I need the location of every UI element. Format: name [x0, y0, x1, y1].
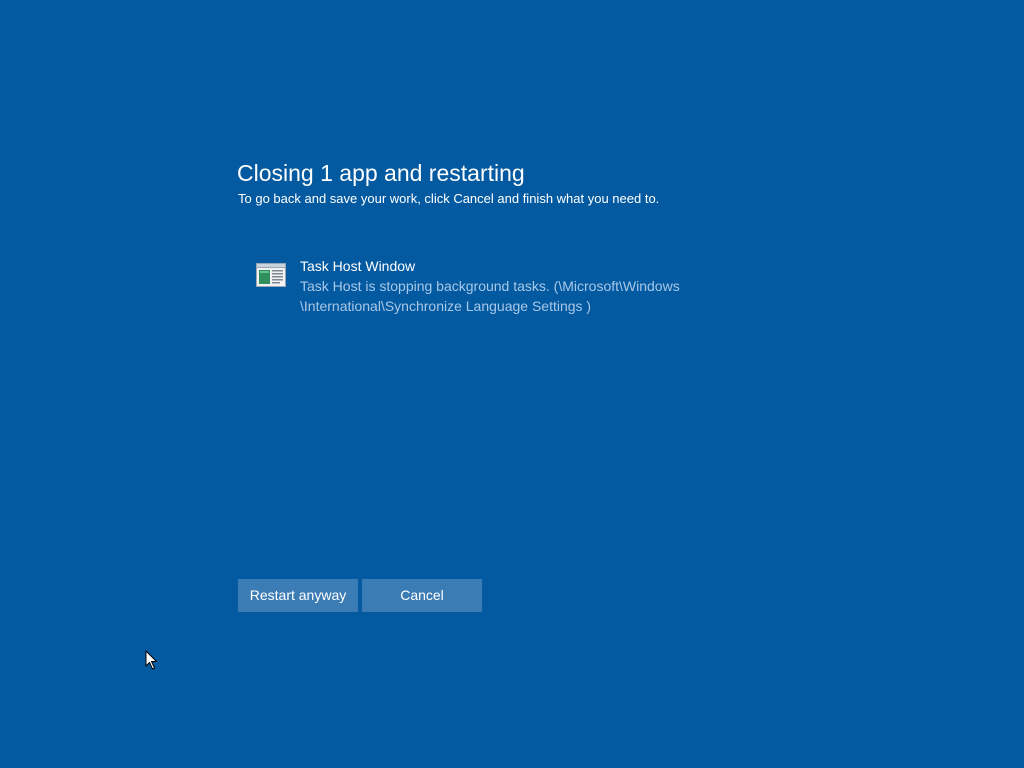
task-host-window-icon [256, 263, 286, 287]
app-description: Task Host is stopping background tasks. … [300, 276, 740, 316]
page-subtitle: To go back and save your work, click Can… [238, 191, 660, 206]
app-description-line: Task Host is stopping background tasks. … [300, 278, 680, 294]
restart-screen: Closing 1 app and restarting To go back … [0, 0, 1024, 768]
mouse-pointer-icon [145, 650, 159, 670]
app-list-item: Task Host Window Task Host is stopping b… [256, 256, 756, 320]
app-name: Task Host Window [300, 258, 416, 274]
page-title: Closing 1 app and restarting [237, 160, 525, 186]
cancel-button[interactable]: Cancel [362, 579, 482, 612]
app-description-line: \International\Synchronize Language Sett… [300, 298, 592, 314]
restart-anyway-button[interactable]: Restart anyway [238, 579, 358, 612]
